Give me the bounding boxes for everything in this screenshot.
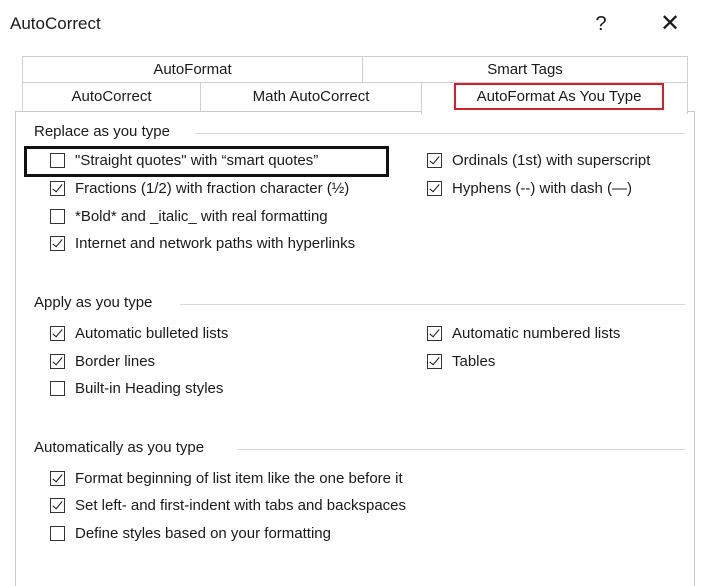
group-divider	[238, 449, 685, 450]
checkbox-label: Set left- and first-indent with tabs and…	[75, 497, 407, 514]
checkbox[interactable]	[50, 209, 65, 224]
checkbox-label: *Bold* and _italic_ with real formatting	[75, 208, 328, 225]
tab-label: Math AutoCorrect	[252, 88, 370, 105]
close-button[interactable]: ✕	[655, 10, 685, 38]
checkbox[interactable]	[427, 326, 442, 341]
tab-label: AutoCorrect	[71, 88, 152, 105]
checkbox[interactable]	[50, 236, 65, 251]
tab-label: AutoFormat	[153, 61, 232, 78]
active-tab-highlight[interactable]: AutoFormat As You Type	[454, 83, 664, 110]
checkbox-label: Tables	[452, 353, 496, 370]
checkbox-label: Fractions (1/2) with fraction character …	[75, 180, 350, 197]
checkbox[interactable]	[50, 471, 65, 486]
title-bar: AutoCorrect ? ✕	[0, 0, 702, 48]
group-divider	[180, 304, 685, 305]
checkbox-label: Ordinals (1st) with superscript	[452, 152, 651, 169]
checkbox-label: Format beginning of list item like the o…	[75, 470, 403, 487]
help-button[interactable]: ?	[588, 10, 614, 38]
checkbox[interactable]	[427, 354, 442, 369]
tab-smart-tags[interactable]: Smart Tags	[362, 56, 688, 84]
tab-autoformat[interactable]: AutoFormat	[22, 56, 363, 84]
dialog-title: AutoCorrect	[10, 14, 101, 33]
checkbox[interactable]	[427, 153, 442, 168]
group-label-apply: Apply as you type	[34, 294, 159, 311]
checkbox-label: Define styles based on your formatting	[75, 525, 331, 542]
group-label-auto: Automatically as you type	[34, 439, 211, 456]
tab-autocorrect[interactable]: AutoCorrect	[22, 82, 201, 112]
checkbox-label: "Straight quotes" with “smart quotes”	[75, 152, 319, 169]
checkbox[interactable]	[50, 181, 65, 196]
checkbox-label: Border lines	[75, 353, 156, 370]
checkbox-label: Automatic bulleted lists	[75, 325, 229, 342]
autocorrect-dialog: AutoCorrect ? ✕ AutoFormat Smart Tags Au…	[0, 0, 702, 586]
checkbox-label: Built-in Heading styles	[75, 380, 224, 397]
tab-label: Smart Tags	[487, 61, 563, 78]
group-divider	[195, 133, 685, 134]
checkbox[interactable]	[50, 498, 65, 513]
checkbox[interactable]	[50, 354, 65, 369]
checkbox[interactable]	[427, 181, 442, 196]
checkbox-label: Internet and network paths with hyperlin…	[75, 235, 356, 252]
checkbox[interactable]	[50, 153, 65, 168]
tab-math-autocorrect[interactable]: Math AutoCorrect	[200, 82, 422, 112]
checkbox[interactable]	[50, 526, 65, 541]
checkbox-label: Hyphens (--) with dash (—)	[452, 180, 633, 197]
checkbox[interactable]	[50, 326, 65, 341]
group-label-replace: Replace as you type	[34, 123, 176, 140]
checkbox[interactable]	[50, 381, 65, 396]
checkbox-label: Automatic numbered lists	[452, 325, 621, 342]
